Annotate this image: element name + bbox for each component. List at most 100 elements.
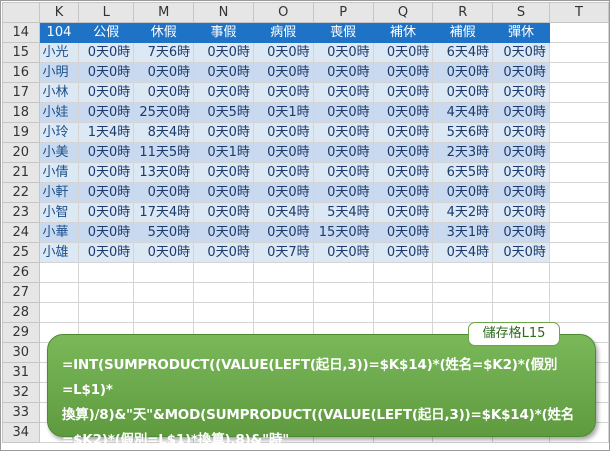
empty-cell[interactable] bbox=[193, 262, 254, 283]
value-cell[interactable]: 0天4時 bbox=[432, 242, 494, 263]
header-cell[interactable]: 補假 bbox=[432, 22, 494, 43]
header-cell[interactable]: 事假 bbox=[193, 22, 254, 43]
empty-cell[interactable] bbox=[78, 302, 135, 323]
value-cell[interactable]: 0天1時 bbox=[252, 102, 314, 123]
empty-cell[interactable] bbox=[38, 302, 80, 323]
value-cell[interactable]: 0天0時 bbox=[492, 182, 550, 203]
name-cell[interactable]: 小玲 bbox=[38, 122, 80, 143]
value-cell[interactable]: 0天0時 bbox=[492, 142, 550, 163]
value-cell[interactable]: 0天0時 bbox=[193, 222, 254, 243]
row-header[interactable]: 33 bbox=[2, 402, 40, 423]
name-cell[interactable]: 小林 bbox=[38, 82, 80, 103]
value-cell[interactable]: 0天0時 bbox=[252, 142, 314, 163]
row-header[interactable]: 23 bbox=[2, 202, 40, 223]
value-cell[interactable]: 0天0時 bbox=[78, 102, 135, 123]
value-cell[interactable]: 7天6時 bbox=[133, 42, 195, 63]
value-cell[interactable]: 0天0時 bbox=[193, 162, 254, 183]
row-header[interactable]: 30 bbox=[2, 342, 40, 363]
value-cell[interactable]: 0天0時 bbox=[78, 62, 135, 83]
empty-cell[interactable] bbox=[372, 282, 434, 303]
value-cell[interactable]: 0天0時 bbox=[193, 202, 254, 223]
value-cell[interactable]: 0天0時 bbox=[312, 182, 374, 203]
value-cell[interactable]: 0天0時 bbox=[312, 122, 374, 143]
empty-cell[interactable] bbox=[252, 302, 314, 323]
value-cell[interactable]: 0天0時 bbox=[78, 202, 135, 223]
row-header[interactable]: 24 bbox=[2, 222, 40, 243]
value-cell[interactable]: 1天4時 bbox=[78, 122, 135, 143]
value-cell[interactable]: 0天0時 bbox=[372, 62, 434, 83]
value-cell[interactable]: 5天4時 bbox=[312, 202, 374, 223]
value-cell[interactable]: 0天0時 bbox=[312, 82, 374, 103]
value-cell[interactable]: 0天0時 bbox=[312, 102, 374, 123]
empty-cell[interactable] bbox=[252, 282, 314, 303]
value-cell[interactable]: 0天0時 bbox=[492, 122, 550, 143]
value-cell[interactable]: 0天0時 bbox=[78, 222, 135, 243]
empty-cell[interactable] bbox=[548, 162, 609, 183]
column-header-q[interactable]: Q bbox=[372, 2, 434, 23]
value-cell[interactable]: 0天0時 bbox=[492, 102, 550, 123]
value-cell[interactable]: 0天0時 bbox=[78, 142, 135, 163]
row-header[interactable]: 22 bbox=[2, 182, 40, 203]
row-header[interactable]: 27 bbox=[2, 282, 40, 303]
name-cell[interactable]: 小明 bbox=[38, 62, 80, 83]
value-cell[interactable]: 0天0時 bbox=[372, 82, 434, 103]
value-cell[interactable]: 0天5時 bbox=[193, 102, 254, 123]
value-cell[interactable]: 0天0時 bbox=[133, 82, 195, 103]
empty-cell[interactable] bbox=[548, 62, 609, 83]
header-cell[interactable]: 公假 bbox=[78, 22, 135, 43]
empty-cell[interactable] bbox=[548, 202, 609, 223]
empty-cell[interactable] bbox=[548, 262, 609, 283]
header-cell[interactable]: 休假 bbox=[133, 22, 195, 43]
empty-cell[interactable] bbox=[548, 302, 609, 323]
name-cell[interactable]: 小華 bbox=[38, 222, 80, 243]
empty-cell[interactable] bbox=[548, 142, 609, 163]
value-cell[interactable]: 13天0時 bbox=[133, 162, 195, 183]
value-cell[interactable]: 0天0時 bbox=[492, 42, 550, 63]
empty-cell[interactable] bbox=[548, 182, 609, 203]
value-cell[interactable]: 6天5時 bbox=[432, 162, 494, 183]
value-cell[interactable]: 0天0時 bbox=[372, 42, 434, 63]
row-header[interactable]: 14 bbox=[2, 22, 40, 43]
empty-cell[interactable] bbox=[548, 222, 609, 243]
empty-cell[interactable] bbox=[312, 282, 374, 303]
value-cell[interactable]: 0天0時 bbox=[492, 222, 550, 243]
value-cell[interactable]: 0天0時 bbox=[193, 62, 254, 83]
empty-cell[interactable] bbox=[252, 262, 314, 283]
value-cell[interactable]: 0天4時 bbox=[252, 202, 314, 223]
row-header[interactable]: 28 bbox=[2, 302, 40, 323]
value-cell[interactable]: 0天0時 bbox=[133, 242, 195, 263]
header-cell[interactable]: 104 bbox=[38, 22, 80, 43]
value-cell[interactable]: 0天0時 bbox=[372, 102, 434, 123]
value-cell[interactable]: 4天4時 bbox=[432, 102, 494, 123]
value-cell[interactable]: 0天0時 bbox=[78, 182, 135, 203]
value-cell[interactable]: 0天0時 bbox=[193, 182, 254, 203]
empty-cell[interactable] bbox=[548, 242, 609, 263]
value-cell[interactable]: 0天0時 bbox=[372, 222, 434, 243]
value-cell[interactable]: 0天0時 bbox=[252, 42, 314, 63]
value-cell[interactable]: 0天0時 bbox=[492, 62, 550, 83]
value-cell[interactable]: 0天0時 bbox=[78, 42, 135, 63]
value-cell[interactable]: 0天0時 bbox=[252, 82, 314, 103]
empty-cell[interactable] bbox=[133, 282, 195, 303]
header-cell[interactable]: 病假 bbox=[252, 22, 314, 43]
row-header[interactable]: 31 bbox=[2, 362, 40, 383]
empty-cell[interactable] bbox=[38, 262, 80, 283]
empty-cell[interactable] bbox=[372, 262, 434, 283]
value-cell[interactable]: 6天4時 bbox=[432, 42, 494, 63]
value-cell[interactable]: 17天4時 bbox=[133, 202, 195, 223]
column-header-p[interactable]: P bbox=[312, 2, 374, 23]
empty-cell[interactable] bbox=[38, 282, 80, 303]
value-cell[interactable]: 0天0時 bbox=[372, 122, 434, 143]
column-header-o[interactable]: O bbox=[252, 2, 314, 23]
value-cell[interactable]: 3天1時 bbox=[432, 222, 494, 243]
value-cell[interactable]: 0天0時 bbox=[252, 182, 314, 203]
row-header[interactable]: 16 bbox=[2, 62, 40, 83]
row-header[interactable]: 21 bbox=[2, 162, 40, 183]
value-cell[interactable]: 0天0時 bbox=[492, 162, 550, 183]
value-cell[interactable]: 8天4時 bbox=[133, 122, 195, 143]
value-cell[interactable]: 0天0時 bbox=[78, 82, 135, 103]
value-cell[interactable]: 0天0時 bbox=[372, 142, 434, 163]
empty-cell[interactable] bbox=[133, 302, 195, 323]
column-header-n[interactable]: N bbox=[193, 2, 254, 23]
row-header[interactable]: 19 bbox=[2, 122, 40, 143]
